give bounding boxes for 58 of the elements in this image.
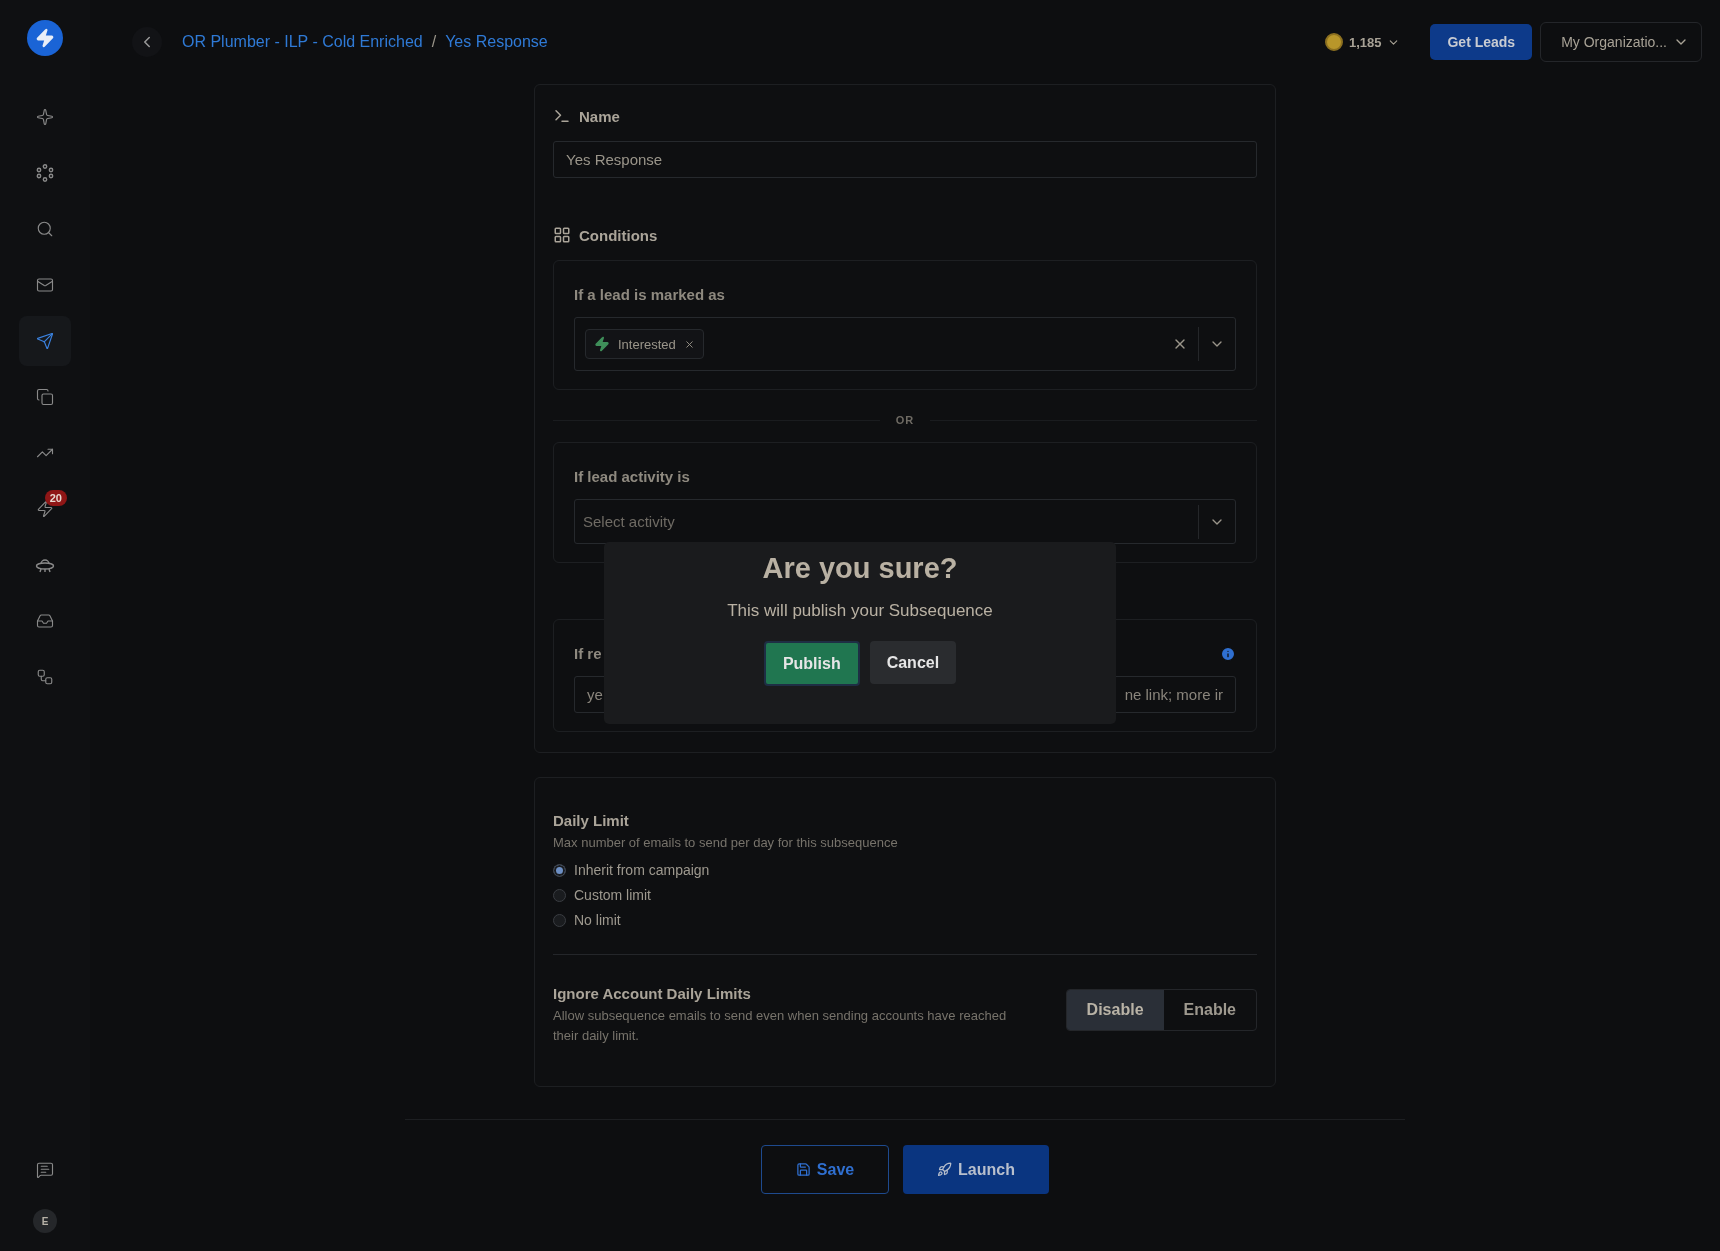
zap-icon: [36, 500, 54, 518]
field-label: If lead activity is: [574, 468, 690, 485]
name-input[interactable]: Yes Response: [553, 141, 1257, 178]
dialog-message: This will publish your Subsequence: [727, 601, 993, 621]
field-label: If a lead is marked as: [574, 286, 725, 303]
coin-icon: [1324, 33, 1343, 51]
info-icon[interactable]: [1220, 645, 1236, 662]
radio-button[interactable]: [553, 888, 566, 902]
inbox-icon: [36, 612, 54, 630]
sparkle-icon: [36, 108, 54, 126]
copy-icon: [36, 388, 54, 406]
ufo-icon: [35, 556, 55, 574]
radio-button[interactable]: [553, 863, 566, 877]
launch-button[interactable]: Launch: [903, 1145, 1049, 1194]
nav-item[interactable]: [19, 316, 71, 366]
get-leads-button[interactable]: Get Leads: [1430, 24, 1533, 60]
section-title: Ignore Account Daily Limits: [553, 985, 751, 1002]
radio-label[interactable]: No limit: [574, 912, 621, 928]
organization-dropdown[interactable]: My Organizatio...: [1540, 22, 1702, 62]
or-divider-label: OR: [895, 414, 915, 426]
zap-icon: [594, 336, 610, 352]
dialog-title: Are you sure?: [762, 552, 958, 585]
toggle-option[interactable]: Disable: [1066, 990, 1164, 1030]
user-avatar[interactable]: E: [33, 1209, 57, 1233]
breadcrumb-separator: /: [431, 33, 437, 51]
credits-count: 1,185: [1348, 34, 1382, 50]
back-button[interactable]: [132, 27, 162, 57]
nav-item[interactable]: 20: [19, 484, 71, 534]
status-select[interactable]: Interested: [574, 317, 1236, 371]
logo-icon[interactable]: [27, 20, 63, 56]
breadcrumb-link[interactable]: Yes Response: [445, 33, 548, 51]
search-icon: [36, 220, 54, 238]
workflow-icon: [36, 668, 54, 686]
publish-button[interactable]: Publish: [763, 641, 860, 686]
chat-icon: [36, 1161, 54, 1179]
breadcrumb-link[interactable]: OR Plumber - ILP - Cold Enriched: [182, 33, 423, 51]
dots-icon: [36, 164, 54, 182]
terminal-icon: [553, 107, 571, 125]
section-title: Name: [579, 107, 620, 125]
rocket-icon: [937, 1162, 953, 1177]
save-icon: [795, 1162, 811, 1177]
section-description: Allow subsequence emails to send even when sending accounts have reached their daily limit.: [553, 1007, 1008, 1045]
section-description: Max number of emails to send per day for this subsequence: [553, 834, 899, 852]
radio-label[interactable]: Custom limit: [574, 887, 651, 903]
mail-icon: [36, 276, 54, 294]
section-title: Conditions: [579, 226, 658, 244]
remove-icon[interactable]: [683, 338, 695, 350]
status-tag: Interested: [585, 329, 704, 359]
cancel-button[interactable]: Cancel: [869, 641, 957, 684]
field-label: If re: [574, 645, 602, 662]
radio-label[interactable]: Inherit from campaign: [574, 862, 710, 878]
toggle-option[interactable]: Enable: [1163, 990, 1256, 1030]
radio-button[interactable]: [553, 913, 566, 927]
notification-badge: 20: [44, 490, 67, 506]
send-icon: [36, 332, 54, 350]
save-button[interactable]: Save: [761, 1145, 889, 1194]
section-title: Daily Limit: [553, 812, 629, 829]
grid-icon: [553, 226, 571, 244]
